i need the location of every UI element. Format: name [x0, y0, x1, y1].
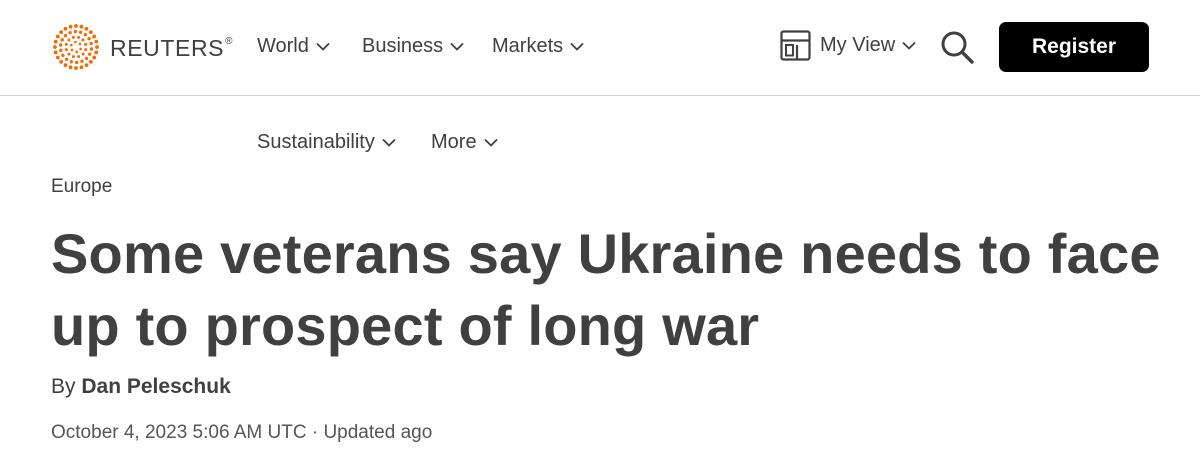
logo-dot: [77, 35, 81, 39]
nav-item-label: World: [257, 35, 309, 57]
logo-dot: [92, 34, 97, 39]
logo-dot: [87, 36, 91, 41]
logo-dot: [74, 40, 77, 44]
site-header: REUTERS® World Business Markets My View: [0, 0, 1200, 96]
logo-dot: [61, 53, 65, 58]
my-view-button[interactable]: My View: [780, 30, 916, 61]
logo-dot: [69, 60, 74, 64]
logo-dot: [92, 55, 97, 60]
logo-dot: [75, 50, 78, 54]
logo-dot: [59, 59, 64, 64]
chevron-down-icon: [483, 138, 498, 147]
register-button[interactable]: Register: [999, 22, 1149, 72]
logo-dot: [84, 42, 88, 46]
nav-item-label: Business: [362, 35, 444, 57]
byline: By Dan Peleschuk: [51, 375, 231, 399]
logo-dot: [70, 48, 74, 52]
logo-dot: [78, 42, 82, 46]
logo-dot: [88, 52, 92, 56]
logo-dot: [79, 65, 84, 70]
logo-dot: [53, 50, 58, 55]
logo-dot: [58, 43, 63, 47]
logo-dot: [79, 47, 82, 51]
logo-dot: [84, 48, 88, 52]
logo-dot: [68, 24, 73, 29]
section-link[interactable]: Europe: [51, 176, 112, 198]
byline-prefix: By: [51, 375, 76, 398]
author-link[interactable]: Dan Peleschuk: [81, 375, 230, 398]
logo-dot: [88, 30, 93, 35]
logo-dot: [81, 38, 85, 42]
logo-dot: [63, 63, 68, 68]
logo-dot: [95, 45, 99, 49]
chevron-down-icon: [316, 42, 330, 51]
logo-dot: [94, 50, 99, 55]
chevron-down-icon: [382, 138, 396, 147]
logo-wordmark: REUTERS®: [110, 34, 234, 61]
logo-dot: [88, 59, 93, 64]
logo-dot: [67, 52, 71, 56]
logo-dot: [67, 38, 71, 42]
nav-item-label: Markets: [492, 35, 564, 57]
nav-item-markets[interactable]: Markets: [492, 35, 584, 58]
nav-item-label: More: [431, 131, 477, 153]
logo-dot: [71, 55, 75, 59]
logo-dot: [59, 30, 64, 35]
logo-dot: [70, 43, 73, 47]
chevron-down-icon: [902, 41, 916, 50]
logo-dot: [84, 56, 89, 61]
logo-dot: [77, 55, 81, 59]
logo-dot: [55, 55, 60, 60]
logo-dot: [74, 60, 79, 65]
logo-dot: [59, 48, 63, 53]
logo-dot: [64, 42, 68, 46]
logo-dot: [81, 52, 85, 56]
logo-dot: [71, 35, 75, 39]
logo-dot: [89, 47, 94, 51]
logo-dot: [53, 45, 57, 49]
nav-item-more[interactable]: More: [431, 131, 498, 154]
logo-dot: [64, 57, 69, 62]
dateline: October 4, 2023 5:06 AM UTC · Updated ag…: [51, 422, 433, 443]
article-headline: Some veterans say Ukraine needs to face …: [51, 222, 1161, 357]
logo-dot: [60, 38, 64, 42]
logo-dot: [64, 48, 68, 52]
logo-dot: [74, 66, 78, 70]
logo-dot: [53, 39, 58, 44]
chevron-down-icon: [450, 42, 464, 51]
logo-dot: [74, 24, 78, 28]
nav-item-business[interactable]: Business: [362, 35, 464, 58]
chevron-down-icon: [570, 42, 584, 51]
page: REUTERS® World Business Markets My View: [0, 0, 1200, 454]
logo-dot: [79, 24, 84, 29]
nav-item-label: Sustainability: [257, 131, 375, 153]
reuters-logo-mark-icon: [53, 24, 99, 70]
logo-dot: [73, 29, 78, 34]
logo-dot: [68, 65, 73, 70]
logo-dot: [84, 63, 89, 68]
logo-dot: [94, 39, 99, 44]
nav-item-world[interactable]: World: [257, 35, 330, 58]
logo-dot: [84, 26, 89, 31]
logo-dot: [63, 26, 68, 31]
my-view-label: My View: [820, 34, 896, 56]
logo-dot: [80, 59, 84, 64]
reuters-logo[interactable]: REUTERS®: [51, 24, 233, 70]
logo-dot: [78, 30, 83, 34]
logo-dot: [89, 41, 93, 46]
logo-dot: [83, 32, 88, 37]
nav-item-sustainability[interactable]: Sustainability: [257, 131, 396, 154]
layout-icon: [780, 30, 811, 61]
logo-dot: [63, 33, 68, 38]
logo-dot: [68, 30, 72, 35]
search-icon[interactable]: [940, 30, 974, 64]
logo-dot: [55, 34, 60, 39]
